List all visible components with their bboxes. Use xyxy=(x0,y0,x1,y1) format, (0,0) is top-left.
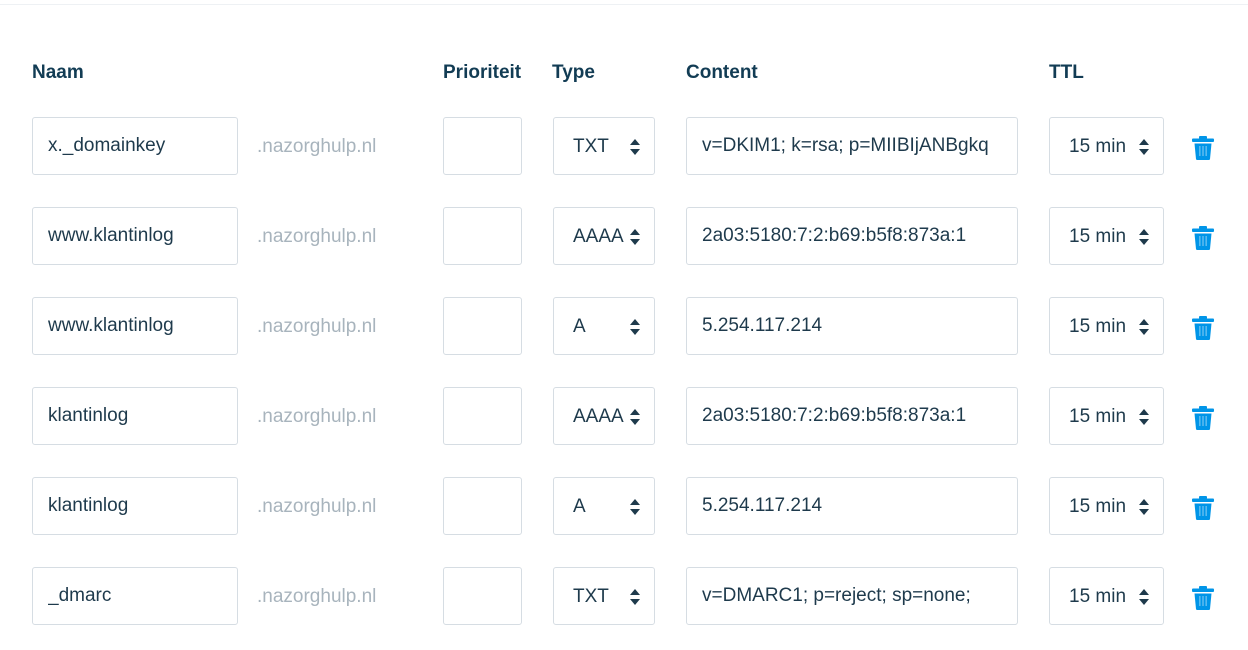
trash-icon[interactable] xyxy=(1192,316,1214,340)
record-ttl-select[interactable]: 15 min xyxy=(1049,117,1164,175)
dns-record-row: .nazorghulp.nl AAAA 15 min xyxy=(0,387,1248,449)
record-name-field[interactable] xyxy=(32,297,238,355)
record-content-field[interactable] xyxy=(686,477,1018,535)
record-name-input[interactable] xyxy=(33,208,237,264)
record-type-value: A xyxy=(573,316,586,337)
record-priority-input[interactable] xyxy=(444,298,521,354)
record-priority-input[interactable] xyxy=(444,118,521,174)
record-content-input[interactable] xyxy=(687,118,1017,174)
top-divider xyxy=(0,4,1248,5)
record-type-select[interactable]: A xyxy=(553,297,655,355)
domain-suffix: .nazorghulp.nl xyxy=(257,406,377,427)
record-name-field[interactable] xyxy=(32,117,238,175)
record-name-input[interactable] xyxy=(33,118,237,174)
record-content-field[interactable] xyxy=(686,567,1018,625)
domain-suffix: .nazorghulp.nl xyxy=(257,316,377,337)
sort-arrows-icon xyxy=(1139,589,1149,605)
header-type: Type xyxy=(552,62,595,83)
record-ttl-value: 15 min xyxy=(1069,226,1127,247)
sort-arrows-icon xyxy=(1139,139,1149,155)
record-type-value: AAAA xyxy=(573,226,624,247)
record-name-field[interactable] xyxy=(32,477,238,535)
sort-arrows-icon xyxy=(630,229,640,245)
record-ttl-value: 15 min xyxy=(1069,136,1127,157)
record-type-value: TXT xyxy=(573,586,609,607)
record-name-input[interactable] xyxy=(33,388,237,444)
record-priority-input[interactable] xyxy=(444,568,521,624)
record-type-select[interactable]: AAAA xyxy=(553,387,655,445)
sort-arrows-icon xyxy=(630,319,640,335)
trash-icon[interactable] xyxy=(1192,496,1214,520)
record-type-select[interactable]: TXT xyxy=(553,117,655,175)
record-ttl-select[interactable]: 15 min xyxy=(1049,477,1164,535)
domain-suffix: .nazorghulp.nl xyxy=(257,136,377,157)
record-type-select[interactable]: AAAA xyxy=(553,207,655,265)
record-name-input[interactable] xyxy=(33,568,237,624)
record-priority-field[interactable] xyxy=(443,207,522,265)
record-ttl-value: 15 min xyxy=(1069,406,1127,427)
record-content-input[interactable] xyxy=(687,388,1017,444)
sort-arrows-icon xyxy=(1139,499,1149,515)
record-content-field[interactable] xyxy=(686,117,1018,175)
dns-record-row: .nazorghulp.nl TXT 15 min xyxy=(0,117,1248,179)
header-ttl: TTL xyxy=(1049,62,1084,83)
trash-icon[interactable] xyxy=(1192,136,1214,160)
dns-record-row: .nazorghulp.nl A 15 min xyxy=(0,477,1248,539)
record-content-input[interactable] xyxy=(687,208,1017,264)
sort-arrows-icon xyxy=(1139,229,1149,245)
sort-arrows-icon xyxy=(630,409,640,425)
domain-suffix: .nazorghulp.nl xyxy=(257,226,377,247)
record-ttl-value: 15 min xyxy=(1069,316,1127,337)
record-name-input[interactable] xyxy=(33,298,237,354)
record-content-field[interactable] xyxy=(686,387,1018,445)
record-content-input[interactable] xyxy=(687,568,1017,624)
domain-suffix: .nazorghulp.nl xyxy=(257,496,377,517)
sort-arrows-icon xyxy=(1139,319,1149,335)
sort-arrows-icon xyxy=(630,139,640,155)
record-priority-field[interactable] xyxy=(443,117,522,175)
record-ttl-value: 15 min xyxy=(1069,496,1127,517)
dns-record-row: .nazorghulp.nl TXT 15 min xyxy=(0,567,1248,629)
record-priority-field[interactable] xyxy=(443,387,522,445)
dns-record-row: .nazorghulp.nl AAAA 15 min xyxy=(0,207,1248,269)
record-ttl-select[interactable]: 15 min xyxy=(1049,207,1164,265)
record-content-input[interactable] xyxy=(687,298,1017,354)
sort-arrows-icon xyxy=(1139,409,1149,425)
record-name-field[interactable] xyxy=(32,387,238,445)
record-name-input[interactable] xyxy=(33,478,237,534)
record-content-field[interactable] xyxy=(686,297,1018,355)
record-ttl-select[interactable]: 15 min xyxy=(1049,387,1164,445)
record-content-field[interactable] xyxy=(686,207,1018,265)
record-type-select[interactable]: TXT xyxy=(553,567,655,625)
domain-suffix: .nazorghulp.nl xyxy=(257,586,377,607)
dns-record-row: .nazorghulp.nl A 15 min xyxy=(0,297,1248,359)
sort-arrows-icon xyxy=(630,499,640,515)
record-priority-input[interactable] xyxy=(444,208,521,264)
record-content-input[interactable] xyxy=(687,478,1017,534)
record-type-value: AAAA xyxy=(573,406,624,427)
record-priority-field[interactable] xyxy=(443,297,522,355)
header-priority: Prioriteit xyxy=(443,62,522,83)
record-name-field[interactable] xyxy=(32,567,238,625)
record-priority-input[interactable] xyxy=(444,478,521,534)
record-priority-field[interactable] xyxy=(443,477,522,535)
header-name: Naam xyxy=(32,62,84,83)
header-content: Content xyxy=(686,62,758,83)
record-ttl-select[interactable]: 15 min xyxy=(1049,567,1164,625)
trash-icon[interactable] xyxy=(1192,226,1214,250)
trash-icon[interactable] xyxy=(1192,586,1214,610)
record-type-value: A xyxy=(573,496,586,517)
record-ttl-value: 15 min xyxy=(1069,586,1127,607)
trash-icon[interactable] xyxy=(1192,406,1214,430)
sort-arrows-icon xyxy=(630,589,640,605)
record-type-select[interactable]: A xyxy=(553,477,655,535)
record-name-field[interactable] xyxy=(32,207,238,265)
record-priority-input[interactable] xyxy=(444,388,521,444)
record-priority-field[interactable] xyxy=(443,567,522,625)
record-ttl-select[interactable]: 15 min xyxy=(1049,297,1164,355)
record-type-value: TXT xyxy=(573,136,609,157)
